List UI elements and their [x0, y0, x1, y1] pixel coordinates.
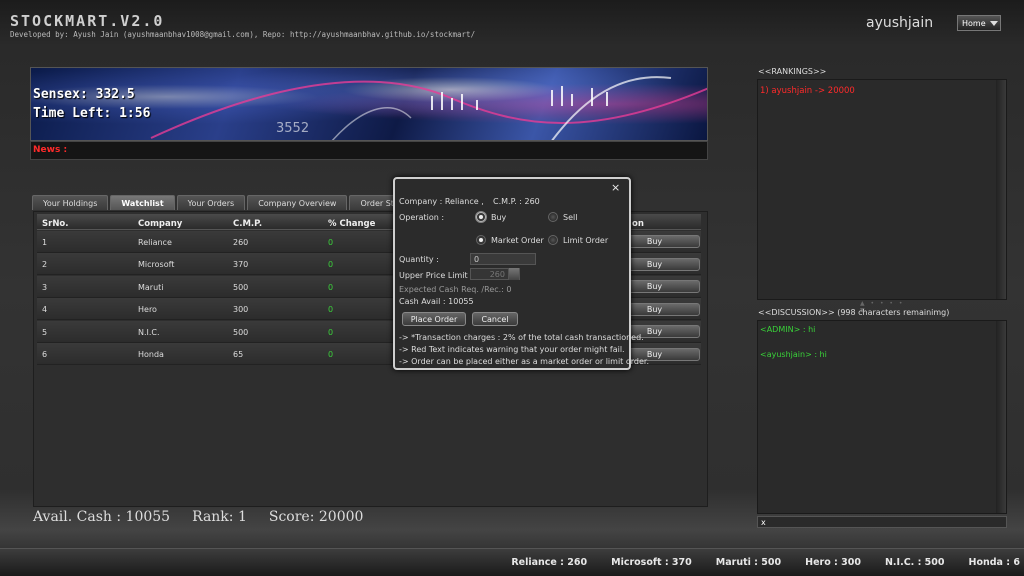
quantity-input[interactable] — [470, 253, 536, 265]
main-tabs: Your Holdings Watchlist Your Orders Comp… — [32, 195, 418, 210]
row-cmp: 500 — [233, 328, 249, 337]
header-change: % Change — [328, 219, 376, 229]
row-cmp: 260 — [233, 238, 249, 247]
row-cmp: 300 — [233, 305, 249, 314]
upper-price-label: Upper Price Limit : — [399, 271, 473, 280]
row-company: Hero — [138, 305, 157, 314]
row-cmp: 65 — [233, 350, 244, 359]
rankings-scrollbar[interactable] — [996, 80, 1006, 299]
limit-order-label: Limit Order — [563, 236, 609, 245]
ticker-item: Reliance : 260 — [511, 557, 588, 568]
row-cmp: 370 — [233, 260, 249, 269]
row-change: 0 — [328, 260, 334, 269]
discussion-title: <<DISCUSSION>> (998 characters remainimg… — [758, 308, 950, 317]
row-change: 0 — [328, 328, 334, 337]
buy-radio[interactable] — [476, 212, 486, 222]
note-red-text: -> Red Text indicates warning that your … — [399, 345, 625, 354]
row-srno: 1 — [42, 238, 48, 247]
header-cmp: C.M.P. — [233, 219, 263, 229]
row-cmp: 500 — [233, 283, 249, 292]
close-icon[interactable]: × — [611, 181, 620, 194]
rankings-title: <<RANKINGS>> — [758, 67, 827, 76]
ticker-item: Microsoft : 370 — [611, 557, 692, 568]
score: Score: 20000 — [268, 509, 364, 525]
news-bar — [30, 141, 708, 160]
operation-label: Operation : — [399, 213, 445, 222]
ticker-items: Reliance : 260 Microsoft : 370 Maruti : … — [511, 557, 1020, 568]
username: ayushjain — [866, 15, 934, 31]
place-order-button[interactable]: Place Order — [402, 312, 466, 326]
svg-text:3552: 3552 — [276, 121, 309, 136]
available-cash: Avail. Cash : 10055 — [33, 509, 171, 525]
market-order-radio[interactable] — [476, 235, 486, 245]
note-transaction-charges: -> *Transaction charges : 2% of the tota… — [399, 333, 644, 342]
row-srno: 2 — [42, 260, 48, 269]
dropdown-arrow-icon — [989, 20, 998, 26]
row-change: 0 — [328, 283, 334, 292]
row-srno: 6 — [42, 350, 48, 359]
row-srno: 5 — [42, 328, 48, 337]
sensex-value: Sensex: 332.5 — [33, 87, 135, 102]
home-button[interactable]: Home — [957, 15, 1001, 31]
row-srno: 4 — [42, 305, 48, 314]
chat-message: <ayushjain> : hi — [760, 350, 827, 359]
row-change: 0 — [328, 238, 334, 247]
row-company: Reliance — [138, 238, 172, 247]
stock-banner: 3552 — [30, 67, 708, 141]
cash-available: Cash Avail : 10055 — [399, 297, 474, 306]
player-stats: Avail. Cash : 10055 Rank: 1 Score: 20000 — [33, 509, 708, 529]
tab-your-holdings[interactable]: Your Holdings — [32, 195, 109, 210]
tab-watchlist[interactable]: Watchlist — [110, 195, 175, 210]
tab-your-orders[interactable]: Your Orders — [176, 195, 246, 210]
ticker-item: N.I.C. : 500 — [884, 557, 945, 568]
row-company: Honda — [138, 350, 164, 359]
home-button-label: Home — [962, 18, 986, 28]
ranking-entry: 1) ayushjain -> 20000 — [760, 86, 855, 96]
discussion-scrollbar[interactable] — [996, 321, 1006, 513]
ticker-item: Maruti : 500 — [715, 557, 782, 568]
expected-cash: Expected Cash Req. /Rec.: 0 — [399, 285, 512, 294]
sell-radio[interactable] — [548, 212, 558, 222]
row-company: N.I.C. — [138, 328, 160, 337]
dialog-company: Company : Reliance , — [399, 197, 484, 206]
rankings-panel — [757, 79, 1007, 300]
row-srno: 3 — [42, 283, 48, 292]
ticker-item: Hero : 300 — [805, 557, 861, 568]
chat-input[interactable] — [757, 516, 1007, 528]
price-stepper[interactable] — [508, 268, 519, 280]
header-action: on — [632, 219, 644, 229]
developer-credit: Developed by: Ayush Jain (ayushmaanbhav1… — [10, 30, 476, 39]
cancel-button[interactable]: Cancel — [472, 312, 518, 326]
news-label: News : — [33, 145, 68, 155]
rank: Rank: 1 — [192, 509, 247, 525]
buy-radio-label: Buy — [491, 213, 507, 222]
market-graph-graphic: 3552 — [150, 76, 707, 140]
tab-company-overview[interactable]: Company Overview — [247, 195, 348, 210]
app-logo: STOCKMART.V2.0 — [10, 12, 165, 30]
row-company: Maruti — [138, 283, 164, 292]
quantity-label: Quantity : — [399, 255, 439, 264]
ticker-item: Honda : 6 — [968, 557, 1020, 568]
dialog-cmp: C.M.P. : 260 — [493, 197, 540, 206]
row-company: Microsoft — [138, 260, 175, 269]
panel-splitter[interactable]: ▲ • • • • ▼ — [860, 300, 910, 314]
limit-order-radio[interactable] — [548, 235, 558, 245]
note-order-types: -> Order can be placed either as a marke… — [399, 357, 649, 366]
header-srno: SrNo. — [42, 219, 69, 229]
time-left: Time Left: 1:56 — [33, 106, 151, 121]
market-order-label: Market Order — [491, 236, 544, 245]
chat-message: <ADMIN> : hi — [760, 325, 816, 334]
sell-radio-label: Sell — [563, 213, 578, 222]
row-change: 0 — [328, 305, 334, 314]
row-change: 0 — [328, 350, 334, 359]
header-company: Company — [138, 219, 183, 229]
